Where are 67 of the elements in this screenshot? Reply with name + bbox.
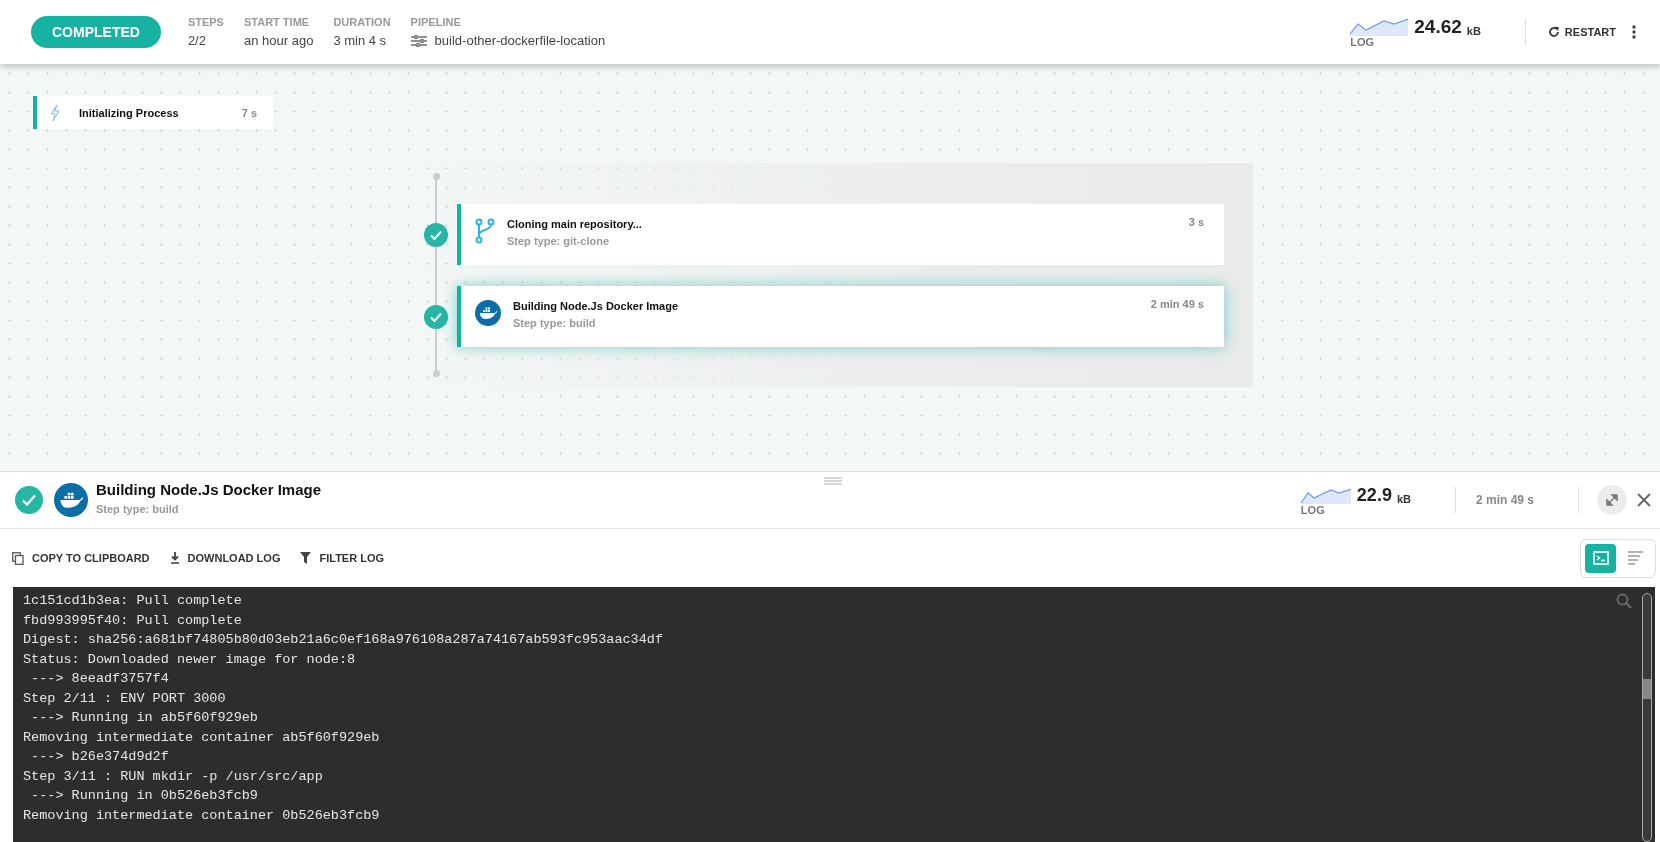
step-name: Building Node.Js Docker Image — [513, 300, 680, 312]
stat-label: DURATION — [333, 16, 391, 28]
log-label: LOG — [1350, 36, 1376, 48]
terminal-view-button[interactable] — [1585, 543, 1616, 573]
scrollbar[interactable] — [1642, 593, 1652, 842]
step-name: Cloning main repository... — [507, 218, 643, 230]
whale-icon — [475, 300, 501, 326]
log-label: LOG — [1300, 503, 1326, 516]
expand-icon — [1605, 493, 1619, 507]
step-duration: 7 s — [241, 106, 257, 119]
step-type: Step type: build — [96, 503, 180, 515]
resize-handle[interactable] — [824, 477, 842, 485]
step-name: Initializing Process — [79, 106, 180, 119]
stat-value: an hour ago — [243, 33, 314, 48]
log-line: ---> b26e374d9d2f — [30, 748, 170, 766]
terminal-icon — [1592, 551, 1609, 565]
more-icon[interactable] — [1632, 25, 1636, 39]
step-title: Building Node.Js Docker Image — [96, 481, 322, 498]
step-duration: 2 min 49 s — [1475, 493, 1534, 507]
step-type: Step type: git-clone — [507, 235, 611, 247]
search-icon[interactable] — [1616, 593, 1632, 609]
step-duration: 3 s — [1188, 216, 1204, 228]
filter-button[interactable]: FILTER LOG — [300, 548, 385, 568]
download-button[interactable]: DOWNLOAD LOG — [169, 548, 281, 568]
lightning-icon — [49, 103, 61, 122]
scrollbar-thumb[interactable] — [1643, 679, 1651, 699]
lines-icon — [1628, 551, 1643, 565]
log-line: Step 2/11 : ENV PORT 3000 — [23, 689, 227, 708]
log-line: ---> Running in 0b526eb3fcb9 — [30, 787, 259, 805]
log-line: ---> Running in ab5f60f929eb — [30, 709, 259, 727]
stat-label: PIPELINE — [410, 16, 462, 28]
sparkline-graph — [1350, 18, 1409, 36]
stat-value: 2/2 — [187, 33, 207, 48]
step-card[interactable]: Building Node.Js Docker Image Step type: build 2 min 49 s — [457, 286, 1224, 347]
stat-value: 3 min 4 s — [333, 33, 388, 48]
step-type: Step type: build — [513, 317, 597, 329]
download-icon — [169, 552, 180, 564]
sliders-icon — [410, 34, 427, 47]
copy-icon — [12, 551, 24, 565]
whale-icon — [54, 483, 88, 517]
step-card[interactable]: Cloning main repository... Step type: git-clone 3 s — [457, 204, 1224, 265]
close-icon[interactable] — [1637, 493, 1651, 507]
log-line: Step 3/11 : RUN mkdir -p /usr/src/app — [23, 767, 324, 786]
step-card[interactable]: Initializing Process 7 s — [33, 96, 273, 129]
log-line: fbd993995f40: Pull complete — [23, 611, 243, 630]
restart-button[interactable]: RESTART — [1543, 22, 1620, 42]
log-line: Removing intermediate container 0b526eb3fcb9 — [23, 806, 381, 825]
stat-label: START TIME — [243, 16, 311, 28]
step-duration: 2 min 49 s — [1150, 298, 1204, 310]
log-unit: kB — [1396, 492, 1411, 505]
log-unit: kB — [1466, 25, 1481, 37]
log-size: 22.9 — [1356, 484, 1392, 506]
status-badge: COMPLETED — [31, 16, 161, 48]
log-line: 1c151cd1b3ea: Pull complete — [23, 592, 243, 610]
pipeline-link[interactable]: build-other-dockerfile-location — [434, 33, 606, 48]
sparkline-graph — [1300, 487, 1351, 504]
restart-icon — [1547, 26, 1560, 38]
filter-icon — [300, 552, 312, 564]
copy-button[interactable]: COPY TO CLIPBOARD — [12, 547, 150, 569]
log-line: Status: Downloaded newer image for node:8 — [23, 650, 357, 669]
expand-button[interactable] — [1597, 485, 1627, 515]
log-size: 24.62 — [1414, 16, 1462, 38]
branch-icon — [475, 218, 495, 244]
log-line: ---> 8eeadf3757f4 — [30, 670, 170, 688]
log-line: Removing intermediate container ab5f60f929eb — [23, 728, 381, 747]
stat-label: STEPS — [187, 16, 224, 28]
log-line: Digest: sha256:a681bf74805b80d03eb21a6c0ef168a976108a287a74167ab593fc953aac34df — [23, 631, 664, 649]
